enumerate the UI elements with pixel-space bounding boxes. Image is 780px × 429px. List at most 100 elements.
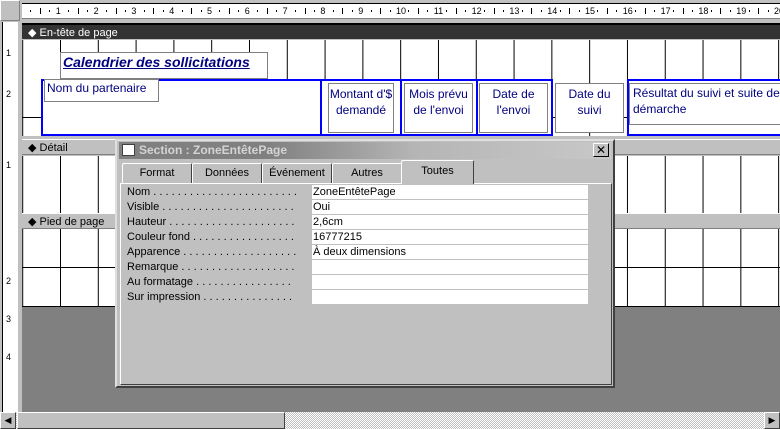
month-label[interactable]: Mois prévu de l'envoi bbox=[404, 83, 473, 133]
ruler-tick-label: 2 bbox=[6, 89, 12, 99]
report-title-label[interactable]: Calendrier des sollicitations bbox=[60, 52, 268, 79]
ruler-tick bbox=[332, 10, 334, 12]
ruler-tick-label: 2 bbox=[93, 6, 99, 16]
ruler-tick bbox=[295, 10, 297, 12]
ruler-tick bbox=[257, 10, 259, 12]
ruler-tick-label: 19 bbox=[736, 6, 747, 16]
ruler-tick bbox=[654, 10, 656, 12]
ruler-tick bbox=[30, 10, 32, 12]
property-row[interactable]: Sur impression . . . . . . . . . . . . .… bbox=[127, 290, 592, 305]
section-bar-page-header[interactable]: ◆ En-tête de page bbox=[22, 23, 780, 39]
property-label: Apparence . . . . . . . . . . . . . . . … bbox=[127, 246, 297, 258]
ruler-tick bbox=[635, 10, 637, 12]
ruler-tick bbox=[238, 10, 240, 12]
ruler-tick bbox=[748, 10, 750, 12]
property-row[interactable]: Apparence . . . . . . . . . . . . . . . … bbox=[127, 245, 592, 260]
ruler-tick-label: 10 bbox=[396, 6, 407, 16]
ruler-tick bbox=[720, 8, 722, 14]
dialog-title-bar[interactable]: Section : ZoneEntêtePage bbox=[119, 142, 611, 159]
property-value-field[interactable]: Oui bbox=[312, 200, 588, 214]
ruler-tick-label: 7 bbox=[282, 6, 288, 16]
ruler-tick bbox=[87, 10, 89, 12]
ruler-tick bbox=[219, 10, 221, 12]
ruler-tick bbox=[106, 10, 108, 12]
property-sheet-dialog[interactable]: Section : ZoneEntêtePage ✕ Format Donnée… bbox=[115, 139, 615, 388]
ruler-tick bbox=[521, 10, 523, 12]
vertical-ruler[interactable]: 1 2 1 2 3 4 bbox=[2, 22, 18, 412]
scroll-right-icon[interactable]: ▶ bbox=[764, 412, 780, 429]
ruler-tick bbox=[673, 10, 675, 12]
ruler-tick bbox=[597, 10, 599, 12]
ruler-tick bbox=[729, 10, 731, 12]
ruler-tick bbox=[710, 10, 712, 12]
result-label[interactable]: Résultat du suivi et suite de démarche bbox=[629, 83, 780, 125]
ruler-tick bbox=[115, 8, 117, 14]
property-row[interactable]: Hauteur . . . . . . . . . . . . . . . . … bbox=[127, 215, 592, 230]
ruler-tick bbox=[380, 8, 382, 14]
tab-donnees[interactable]: Données bbox=[192, 163, 262, 183]
ruler-tick bbox=[49, 10, 51, 12]
property-value-field[interactable] bbox=[312, 260, 588, 274]
tab-toutes[interactable]: Toutes bbox=[401, 160, 474, 184]
property-row[interactable]: Au formatage . . . . . . . . . . . . . .… bbox=[127, 275, 592, 290]
property-value-field[interactable]: ZoneEntêtePage bbox=[312, 185, 588, 199]
tab-evenement[interactable]: Événement bbox=[262, 163, 332, 183]
ruler-tick bbox=[559, 10, 561, 12]
ruler-tick bbox=[124, 10, 126, 12]
property-label: Sur impression . . . . . . . . . . . . .… bbox=[127, 291, 293, 303]
ruler-tick bbox=[446, 10, 448, 12]
ruler-tick-label: 1 bbox=[55, 6, 61, 16]
scroll-left-icon[interactable]: ◀ bbox=[0, 412, 16, 429]
ruler-tick bbox=[153, 8, 155, 14]
ruler-tick bbox=[606, 8, 608, 14]
followup-date-label[interactable]: Date du suivi bbox=[555, 83, 624, 133]
ruler-tick bbox=[540, 10, 542, 12]
ruler-tick-label: 9 bbox=[358, 6, 364, 16]
ruler-tick bbox=[181, 10, 183, 12]
ruler-tick bbox=[484, 10, 486, 12]
property-row[interactable]: Couleur fond . . . . . . . . . . . . . .… bbox=[127, 230, 592, 245]
amount-label[interactable]: Montant d'$ demandé bbox=[328, 83, 394, 133]
ruler-corner[interactable] bbox=[0, 0, 20, 21]
ruler-tick bbox=[569, 8, 571, 14]
ruler-tick bbox=[417, 8, 419, 14]
property-label: Couleur fond . . . . . . . . . . . . . .… bbox=[127, 231, 294, 243]
scrollbar-thumb[interactable] bbox=[17, 412, 285, 429]
property-label: Remarque . . . . . . . . . . . . . . . .… bbox=[127, 261, 295, 273]
partner-label[interactable]: Nom du partenaire bbox=[44, 79, 159, 102]
property-value-field[interactable]: 16777215 bbox=[312, 230, 588, 244]
tab-format[interactable]: Format bbox=[122, 163, 192, 183]
section-label: En-tête de page bbox=[39, 27, 118, 39]
ruler-tick bbox=[342, 8, 344, 14]
ruler-tick bbox=[758, 8, 760, 14]
ruler-tick bbox=[370, 10, 372, 12]
horizontal-ruler[interactable]: 1234567891011121314151617181920 bbox=[22, 3, 780, 19]
ruler-tick bbox=[143, 10, 145, 12]
ruler-tick bbox=[389, 10, 391, 12]
section-arrow-icon: ◆ bbox=[28, 142, 40, 154]
property-value-field[interactable]: À deux dimensions bbox=[312, 245, 588, 259]
close-button[interactable]: ✕ bbox=[593, 143, 609, 157]
property-value-field[interactable]: 2,6cm bbox=[312, 215, 588, 229]
ruler-tick bbox=[276, 10, 278, 12]
tab-autres[interactable]: Autres bbox=[332, 163, 402, 183]
ruler-tick bbox=[313, 10, 315, 12]
property-row[interactable]: Remarque . . . . . . . . . . . . . . . .… bbox=[127, 260, 592, 275]
ruler-tick-label: 3 bbox=[6, 314, 12, 324]
ruler-tick-label: 4 bbox=[169, 6, 175, 16]
ruler-tick-label: 13 bbox=[509, 6, 520, 16]
property-label: Au formatage . . . . . . . . . . . . . .… bbox=[127, 276, 291, 288]
ruler-tick bbox=[455, 8, 457, 14]
property-value-field[interactable] bbox=[312, 275, 588, 289]
ruler-tick bbox=[427, 10, 429, 12]
ruler-tick-label: 1 bbox=[6, 160, 12, 170]
ruler-tick-label: 14 bbox=[547, 6, 558, 16]
ruler-tick bbox=[493, 8, 495, 14]
ruler-tick-label: 6 bbox=[244, 6, 250, 16]
property-value-field[interactable] bbox=[312, 290, 588, 304]
ruler-tick bbox=[578, 10, 580, 12]
property-row[interactable]: Visible . . . . . . . . . . . . . . . . … bbox=[127, 200, 592, 215]
horizontal-scrollbar[interactable]: ◀ ▶ bbox=[0, 412, 780, 429]
send-date-label[interactable]: Date de l'envoi bbox=[479, 83, 548, 133]
property-row[interactable]: Nom . . . . . . . . . . . . . . . . . . … bbox=[127, 185, 592, 200]
